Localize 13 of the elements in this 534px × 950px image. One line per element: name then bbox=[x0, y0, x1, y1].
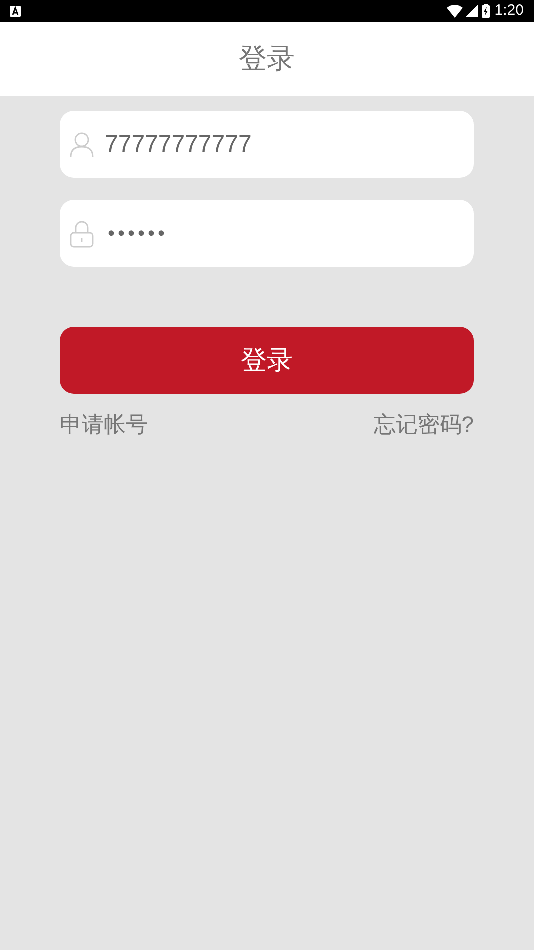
forgot-password-link[interactable]: 忘记密码? bbox=[374, 408, 474, 441]
signal-icon bbox=[466, 5, 478, 17]
password-field[interactable]: •••••• bbox=[60, 200, 474, 267]
lock-icon bbox=[70, 220, 94, 248]
username-field[interactable]: 77777777777 bbox=[60, 111, 474, 178]
status-time: 1:20 bbox=[494, 0, 524, 21]
wifi-icon bbox=[446, 4, 463, 18]
register-link[interactable]: 申请帐号 bbox=[60, 408, 148, 441]
login-button[interactable]: 登录 bbox=[60, 327, 474, 394]
battery-icon bbox=[482, 4, 490, 18]
notification-icon bbox=[10, 6, 21, 16]
user-icon bbox=[70, 132, 94, 158]
page-title: 登录 bbox=[239, 42, 295, 76]
